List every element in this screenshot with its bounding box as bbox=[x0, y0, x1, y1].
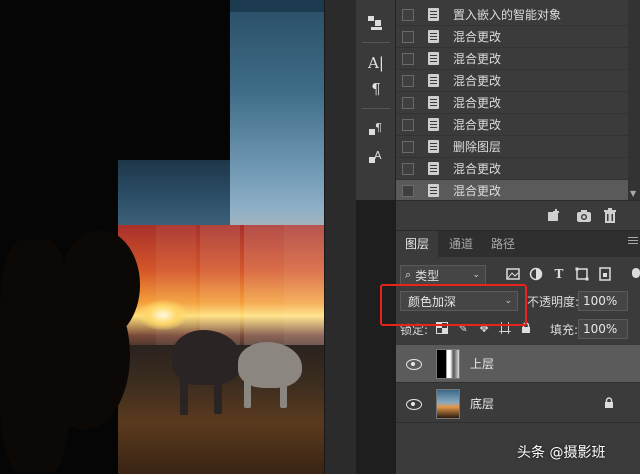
shape-layer-filter-icon[interactable] bbox=[575, 267, 589, 281]
smart-object-filter-icon[interactable] bbox=[598, 267, 612, 281]
opacity-input[interactable]: 100% bbox=[578, 291, 628, 311]
chevron-down-icon: ⌄ bbox=[472, 270, 480, 280]
history-state-icon bbox=[428, 96, 439, 109]
collapsed-panels-bar: A| ¶ ¶ A bbox=[356, 0, 396, 200]
history-brush-source-checkbox[interactable] bbox=[402, 162, 414, 175]
history-item-label: 混合更改 bbox=[453, 184, 502, 198]
layer-lock-icon bbox=[604, 397, 614, 412]
svg-text:A: A bbox=[374, 149, 382, 162]
history-item-label: 混合更改 bbox=[453, 118, 502, 132]
character-panel-icon[interactable]: A| bbox=[364, 52, 388, 74]
layer-name[interactable]: 底层 bbox=[470, 395, 494, 412]
sun-glow bbox=[138, 300, 188, 330]
type-layer-filter-icon[interactable]: T bbox=[552, 267, 566, 281]
history-item-label: 混合更改 bbox=[453, 74, 502, 88]
history-item[interactable]: 混合更改 bbox=[396, 158, 630, 180]
fill-input[interactable]: 100% bbox=[578, 319, 628, 339]
sky-band bbox=[118, 160, 230, 225]
history-item[interactable]: 删除图层 bbox=[396, 136, 630, 158]
sky-band-top bbox=[230, 0, 324, 12]
history-brush-source-checkbox[interactable] bbox=[402, 140, 414, 153]
filter-toggle-switch[interactable] bbox=[632, 268, 640, 278]
panel-dock-gutter bbox=[324, 0, 356, 474]
history-state-icon bbox=[428, 30, 439, 43]
history-brush-source-checkbox[interactable] bbox=[402, 8, 414, 21]
history-state-icon bbox=[428, 162, 439, 175]
search-icon: ⌕ bbox=[405, 268, 412, 281]
history-item-current[interactable]: 混合更改 bbox=[396, 180, 630, 202]
layer-filter-select[interactable]: ⌕ 类型 ⌄ bbox=[400, 265, 486, 285]
history-item-label: 混合更改 bbox=[453, 52, 502, 66]
history-state-icon bbox=[428, 118, 439, 131]
layer-row-upper[interactable]: 上层 bbox=[396, 345, 640, 383]
delete-state-icon[interactable] bbox=[602, 208, 618, 224]
history-brush-source-checkbox[interactable] bbox=[402, 30, 414, 43]
history-state-icon bbox=[428, 8, 439, 21]
layers-panel: 图层 通道 路径 ⌕ 类型 ⌄ T 颜色加深 ⌄ 不透明度: 100% 锁定: bbox=[396, 230, 640, 474]
new-snapshot-icon[interactable] bbox=[576, 208, 592, 224]
paragraph-panel-icon[interactable]: ¶ bbox=[364, 78, 388, 100]
history-toolbar bbox=[396, 200, 640, 230]
paragraph-styles-icon[interactable]: ¶ bbox=[364, 118, 388, 140]
tab-layers[interactable]: 图层 bbox=[396, 231, 439, 257]
tree-silhouette bbox=[0, 240, 70, 474]
history-item[interactable]: 混合更改 bbox=[396, 114, 630, 136]
history-item[interactable]: 混合更改 bbox=[396, 26, 630, 48]
history-scrollbar[interactable]: ▼ bbox=[628, 0, 640, 200]
pixel-layer-filter-icon[interactable] bbox=[506, 267, 520, 281]
visibility-eye-icon[interactable] bbox=[406, 398, 422, 410]
divider bbox=[362, 108, 390, 109]
history-item-label: 混合更改 bbox=[453, 30, 502, 44]
tab-channels[interactable]: 通道 bbox=[440, 231, 482, 257]
history-item[interactable]: 混合更改 bbox=[396, 70, 630, 92]
history-item-label: 删除图层 bbox=[453, 140, 502, 154]
layer-row-background[interactable]: 底层 bbox=[396, 385, 640, 423]
horse-leg bbox=[214, 378, 222, 414]
history-brush-source-checkbox[interactable] bbox=[402, 96, 414, 109]
scroll-down-arrow-icon[interactable]: ▼ bbox=[630, 189, 636, 198]
history-brush-source-checkbox[interactable] bbox=[402, 118, 414, 131]
history-brush-source-checkbox[interactable] bbox=[402, 184, 414, 197]
history-item[interactable]: 置入嵌入的智能对象 bbox=[396, 4, 630, 26]
fill-label: 填充: bbox=[550, 323, 579, 337]
history-state-icon bbox=[428, 52, 439, 65]
tab-paths[interactable]: 路径 bbox=[482, 231, 524, 257]
adjustment-layer-filter-icon[interactable] bbox=[529, 267, 543, 281]
history-panel: 置入嵌入的智能对象 混合更改 混合更改 混合更改 混合更改 混合更改 删除图层 … bbox=[396, 0, 640, 230]
layers-tabbar: 图层 通道 路径 bbox=[396, 231, 640, 257]
character-styles-icon[interactable]: A bbox=[364, 146, 388, 168]
annotation-highlight-box bbox=[380, 284, 527, 326]
visibility-eye-icon[interactable] bbox=[406, 358, 422, 370]
divider bbox=[362, 42, 390, 43]
layer-name[interactable]: 上层 bbox=[470, 355, 494, 372]
history-item-label: 混合更改 bbox=[453, 96, 502, 110]
watermark-text: 头条 @摄影班 bbox=[517, 445, 606, 461]
layer-thumbnail bbox=[436, 388, 460, 419]
clone-source-icon[interactable] bbox=[364, 12, 388, 34]
horse-leg bbox=[280, 382, 287, 408]
history-item-label: 混合更改 bbox=[453, 162, 502, 176]
history-brush-source-checkbox[interactable] bbox=[402, 74, 414, 87]
svg-text:¶: ¶ bbox=[375, 121, 382, 134]
layer-thumbnail bbox=[436, 348, 460, 379]
layer-filter-label: 类型 bbox=[415, 268, 440, 283]
horse-leg bbox=[180, 375, 188, 415]
document-canvas[interactable] bbox=[0, 0, 324, 474]
layer-filter-icons: T bbox=[506, 267, 612, 281]
history-brush-source-checkbox[interactable] bbox=[402, 52, 414, 65]
history-item[interactable]: 混合更改 bbox=[396, 92, 630, 114]
history-state-icon bbox=[428, 184, 439, 197]
new-document-from-state-icon[interactable] bbox=[546, 208, 562, 224]
panel-menu-icon[interactable] bbox=[628, 237, 638, 247]
history-state-icon bbox=[428, 140, 439, 153]
history-item-label: 置入嵌入的智能对象 bbox=[453, 8, 562, 22]
history-state-icon bbox=[428, 74, 439, 87]
history-item[interactable]: 混合更改 bbox=[396, 48, 630, 70]
opacity-label: 不透明度: bbox=[527, 295, 580, 309]
horse-leg bbox=[244, 380, 251, 408]
